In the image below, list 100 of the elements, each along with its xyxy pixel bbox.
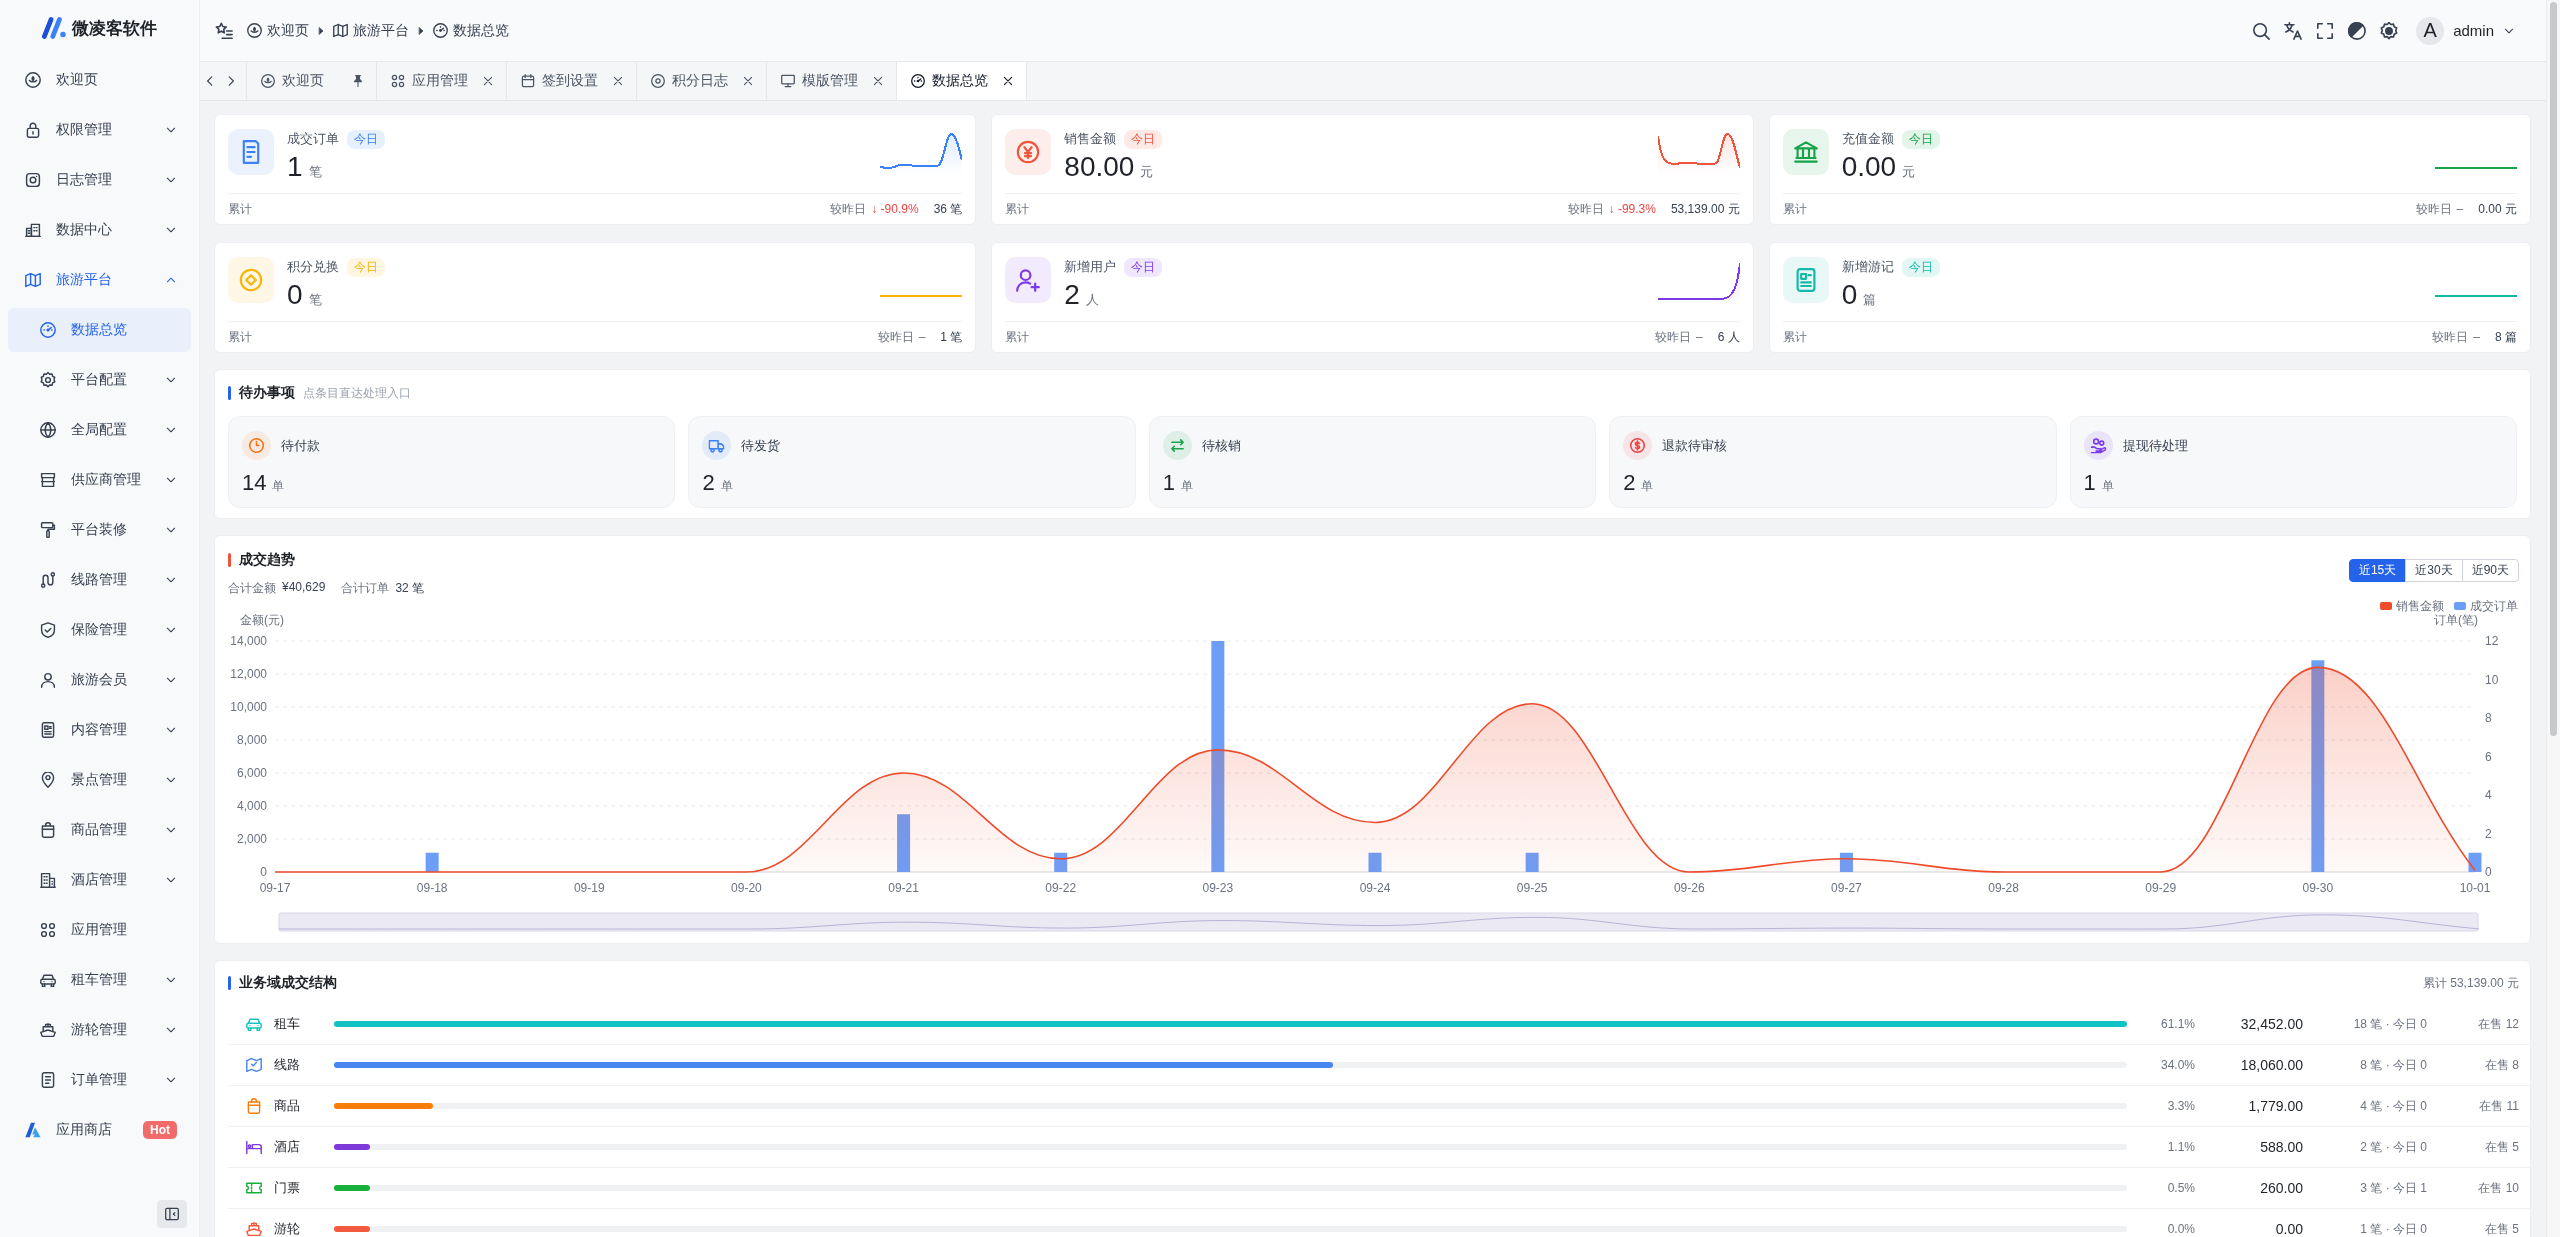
stat-title: 成交订单 [287,130,339,148]
compare-label: 较昨日 [877,328,914,346]
todo-count: 2 [1623,470,1636,496]
order-count: 18 笔 · 今日 0 [2352,1015,2427,1033]
app-name: 微凌客软件 [72,17,157,40]
change-value: – [918,330,926,344]
today-tag: 今日 [1901,257,1940,277]
order-count: 4 笔 · 今日 0 [2359,1097,2427,1115]
panel-title: 成交趋势 [239,551,295,569]
footer-label: 累计 [228,200,252,218]
domain-name: 游轮 [274,1220,301,1237]
share-percent: 3.3% [2166,1099,2195,1113]
axis-label: 8,000 [236,733,267,747]
todo-label: 提现待处理 [2122,436,2188,455]
amount-value: 32,452.00 [2239,1016,2303,1032]
todo-unit: 单 [1641,478,1654,495]
axis-label: 09-21 [888,881,919,895]
stat-title: 充值金额 [1841,130,1894,148]
on-sale-count: 在售 12 [2477,1015,2519,1033]
axis-label: 09-18 [416,881,448,895]
axis-label: 09-30 [2302,881,2334,895]
change-value: ↓ -90.9% [871,202,919,216]
stat-title: 积分兑换 [287,258,339,276]
domain-name: 商品 [274,1097,301,1115]
on-sale-count: 在售 5 [2484,1220,2519,1237]
axis-label: 09-23 [1202,881,1234,895]
axis-label: 6,000 [236,766,267,780]
todo-unit: 单 [1181,478,1194,495]
axis-label: 2 [2485,826,2492,841]
todo-count: 1 [1162,470,1176,496]
axis-label: 10,000 [230,700,267,714]
amount-value: 1,779.00 [2247,1098,2303,1114]
todo-count: 2 [702,470,715,496]
total-value: 53,139.00 元 [1670,200,1740,218]
footer-label: 累计 [1005,328,1030,346]
axis-label: 0 [2485,865,2492,879]
axis-label: 09-29 [2145,881,2177,895]
hot-badge: Hot [143,1121,177,1139]
axis-label: 09-20 [731,881,762,895]
summary-value: 32 笔 [395,580,425,597]
axis-label: 10-01 [2459,881,2491,895]
todo-label: 待付款 [281,436,320,455]
axis-label: 2,000 [236,832,267,846]
change-value: ↓ -99.3% [1608,202,1656,216]
amount-value: 588.00 [2259,1139,2303,1155]
legend-label: 成交订单 [2470,599,2518,613]
axis-title: 金额(元) [240,613,284,627]
stat-unit: 笔 [308,163,322,181]
stat-value: 0.00 [1841,150,1897,184]
stat-title: 新增游记 [1841,258,1894,276]
legend-label: 销售金额 [2396,599,2444,613]
panel-title: 业务域成交结构 [239,974,337,992]
todo-label: 待发货 [741,436,781,455]
change-value: – [1695,330,1703,344]
axis-label: 0 [260,865,267,879]
compare-label: 较昨日 [1654,328,1691,346]
axis-label: 14,000 [230,634,267,648]
amount-value: 0.00 [2274,1221,2303,1237]
stat-unit: 元 [1140,163,1154,181]
axis-label: 09-24 [1359,881,1391,895]
axis-label: 12,000 [230,667,267,681]
axis-label: 10 [2485,672,2499,687]
today-tag: 今日 [1901,129,1940,149]
footer-label: 累计 [228,328,252,346]
axis-label: 6 [2485,749,2492,764]
share-percent: 0.5% [2166,1181,2195,1195]
order-count: 3 笔 · 今日 1 [2359,1179,2427,1197]
stat-title: 新增用户 [1064,258,1117,276]
total-value: 36 笔 [933,200,963,218]
todo-count: 14 [242,470,267,496]
today-tag: 今日 [347,129,385,149]
total-label: 累计 53,139.00 元 [2422,974,2519,992]
on-sale-count: 在售 11 [2478,1097,2519,1115]
on-sale-count: 在售 5 [2484,1138,2519,1156]
domain-name: 门票 [274,1179,301,1197]
on-sale-count: 在售 8 [2484,1056,2519,1074]
axis-label: 09-27 [1831,881,1862,895]
total-value: 8 篇 [2494,328,2517,346]
share-percent: 0.0% [2166,1222,2195,1236]
panel-hint: 点条目直达处理入口 [303,384,411,402]
todo-unit: 单 [720,478,733,495]
axis-label: 4,000 [236,799,267,813]
compare-label: 较昨日 [1567,200,1604,218]
total-value: 6 人 [1717,328,1740,346]
domain-name: 线路 [274,1056,301,1074]
axis-label: 12 [2485,634,2499,648]
today-tag: 今日 [1124,257,1163,277]
axis-label: 09-22 [1045,881,1077,895]
stat-value: 2 [1064,278,1080,312]
share-percent: 61.1% [2159,1017,2195,1031]
axis-label: 09-28 [1988,881,2019,895]
stat-value: 0 [287,278,303,312]
panel-title: 待办事项 [239,384,295,402]
axis-label: 8 [2485,711,2492,725]
stat-title: 销售金额 [1064,130,1117,148]
order-count: 2 笔 · 今日 0 [2359,1138,2427,1156]
stat-value: 80.00 [1064,150,1135,184]
today-tag: 今日 [347,257,385,277]
axis-label: 09-25 [1516,881,1548,895]
stat-unit: 元 [1902,163,1916,181]
